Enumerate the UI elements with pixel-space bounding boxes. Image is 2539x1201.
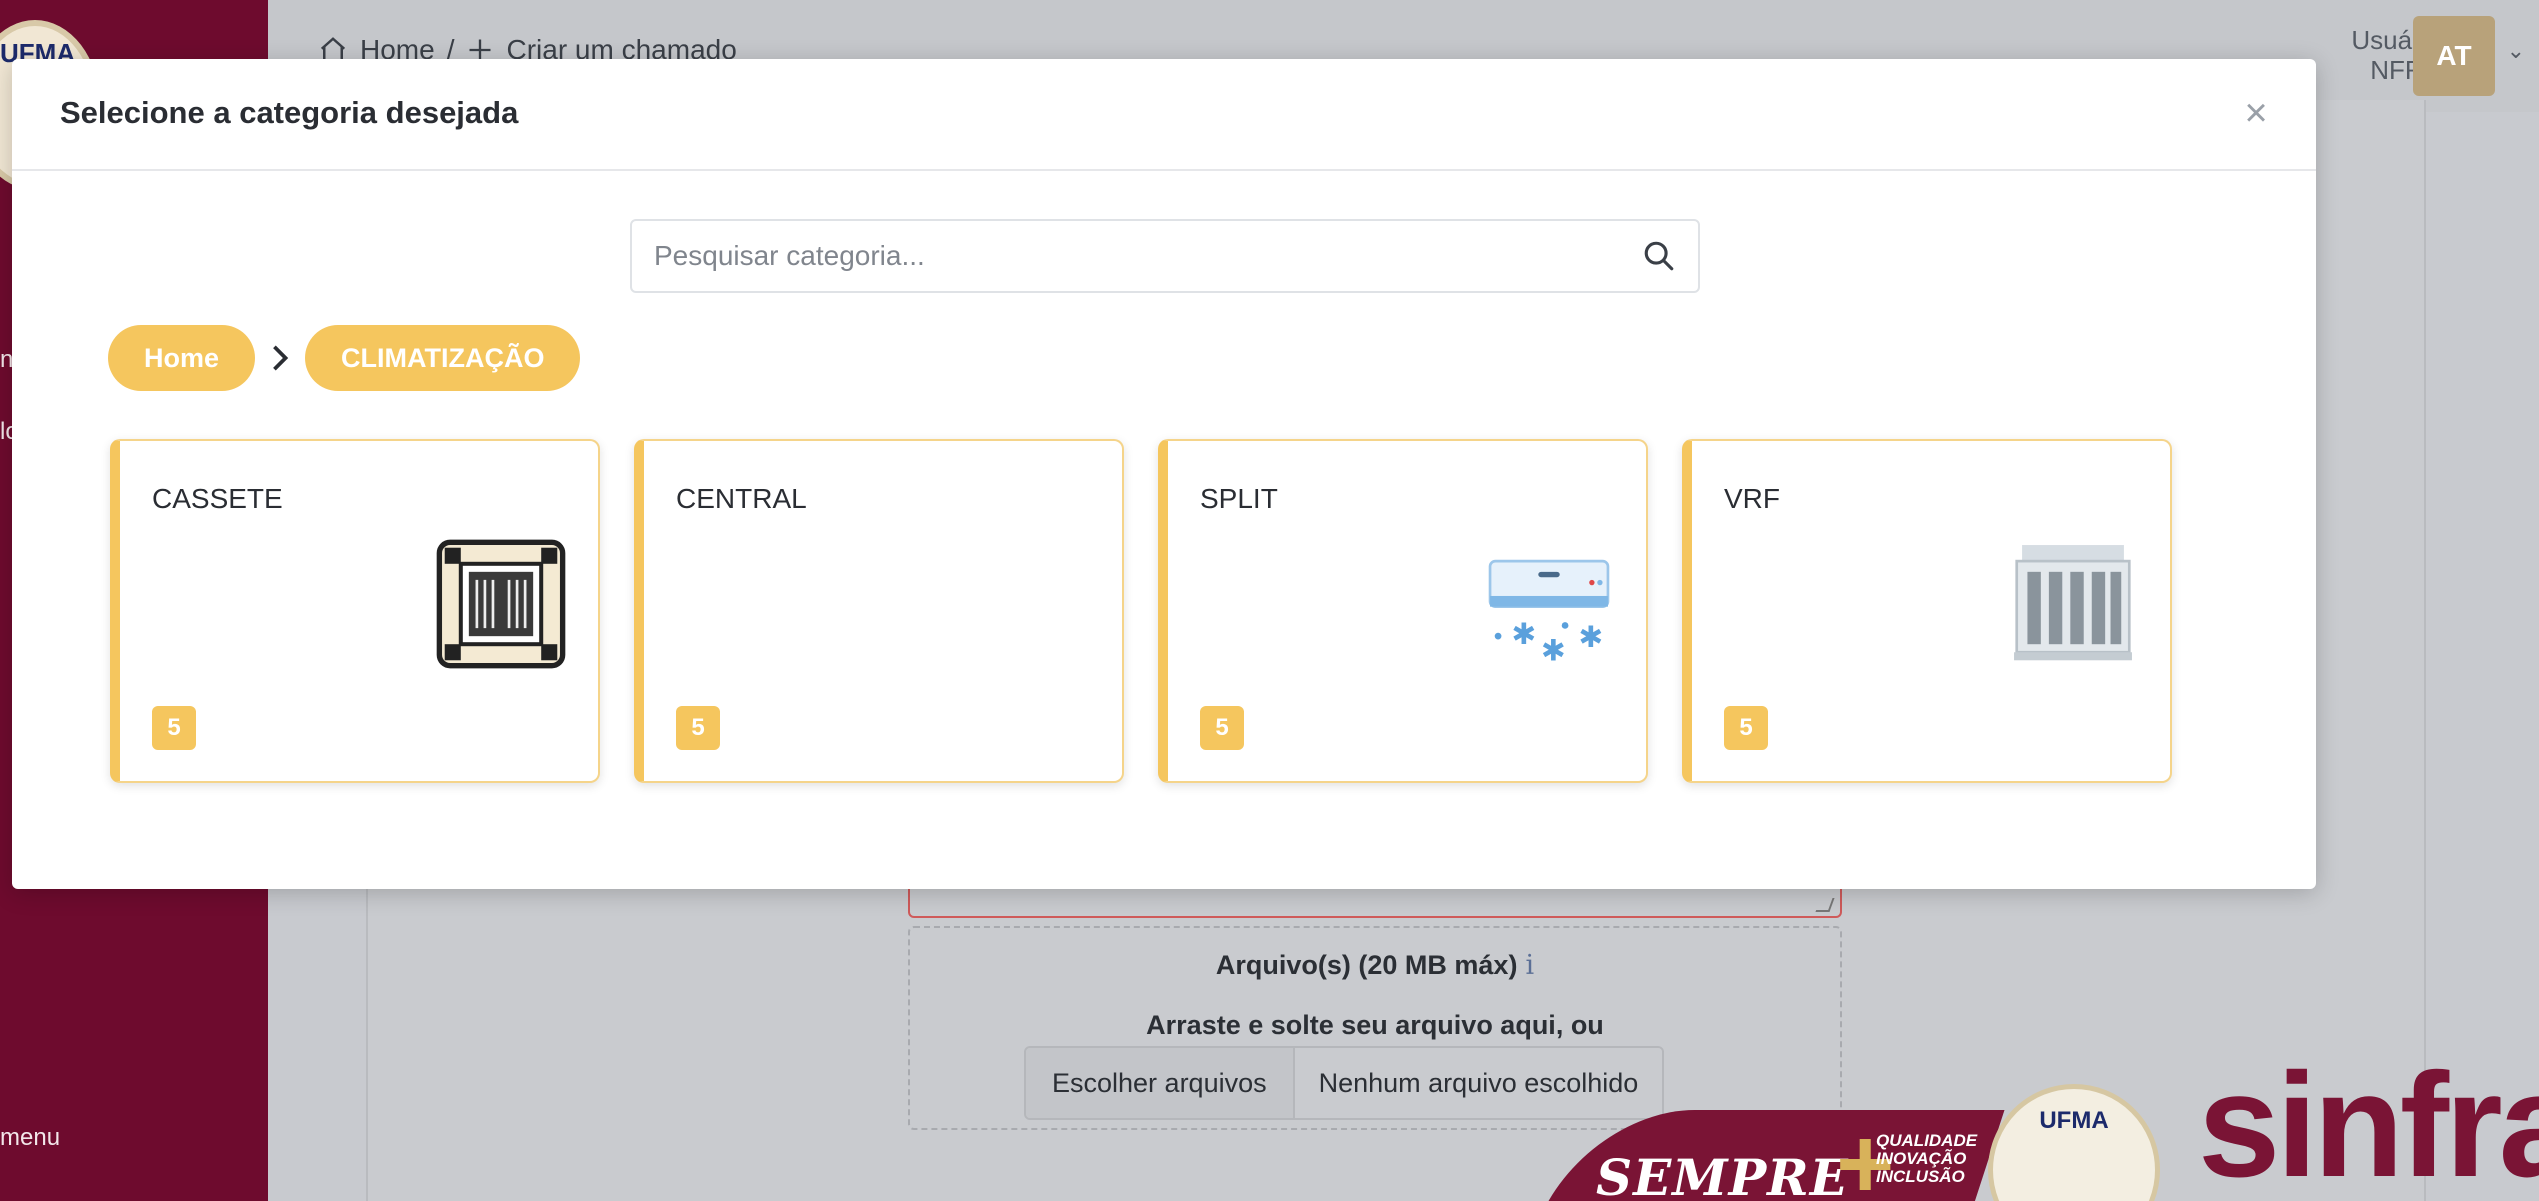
chevron-right-icon — [255, 325, 305, 391]
svg-text:✱: ✱ — [1578, 620, 1603, 654]
category-card-central[interactable]: CENTRAL 5 — [634, 439, 1124, 783]
count-badge: 5 — [1724, 706, 1768, 750]
vrf-unit-icon — [2014, 545, 2132, 661]
search-icon[interactable] — [1642, 239, 1676, 273]
search-input[interactable] — [632, 221, 1612, 291]
category-name: CENTRAL — [676, 483, 807, 514]
close-icon[interactable]: × — [2236, 93, 2276, 133]
search-box[interactable] — [630, 219, 1700, 293]
breadcrumb-pill-climatizacao[interactable]: CLIMATIZAÇÃO — [305, 325, 581, 391]
category-card-split[interactable]: SPLIT ✱ ✱ ✱ 5 — [1158, 439, 1648, 783]
category-name: CASSETE — [152, 483, 283, 514]
count-badge: 5 — [676, 706, 720, 750]
split-ac-icon: ✱ ✱ ✱ — [1488, 559, 1610, 667]
modal-header: Selecione a categoria desejada × — [12, 59, 2316, 171]
cassette-ac-icon — [436, 539, 566, 669]
breadcrumb-pill-home[interactable]: Home — [108, 325, 256, 391]
category-name: SPLIT — [1200, 483, 1278, 514]
category-breadcrumb: Home CLIMATIZAÇÃO — [108, 325, 581, 391]
category-card-cassete[interactable]: CASSETE 5 — [110, 439, 600, 783]
category-card-vrf[interactable]: VRF 5 — [1682, 439, 2172, 783]
svg-text:✱: ✱ — [1511, 617, 1536, 651]
category-name: VRF — [1724, 483, 1780, 514]
count-badge: 5 — [152, 706, 196, 750]
svg-text:✱: ✱ — [1541, 633, 1566, 667]
category-cards: CASSETE 5 CENTRAL 5 SPLIT ✱ ✱ ✱ 5 VRF 5 — [110, 439, 2172, 783]
category-modal: Selecione a categoria desejada × Home CL… — [12, 59, 2316, 889]
count-badge: 5 — [1200, 706, 1244, 750]
modal-title: Selecione a categoria desejada — [60, 95, 519, 130]
